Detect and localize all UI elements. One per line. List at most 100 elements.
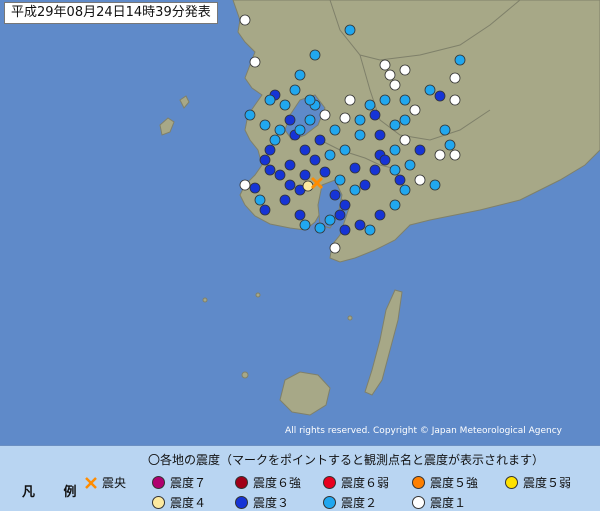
station-marker[interactable] [329, 189, 341, 201]
station-marker[interactable] [259, 119, 271, 131]
station-marker[interactable] [399, 114, 411, 126]
station-marker[interactable] [414, 174, 426, 186]
station-marker[interactable] [399, 184, 411, 196]
station-marker[interactable] [269, 134, 281, 146]
station-marker[interactable] [279, 99, 291, 111]
station-marker[interactable] [294, 69, 306, 81]
copyright-notice: All rights reserved. Copyright © Japan M… [285, 426, 562, 436]
station-marker[interactable] [254, 194, 266, 206]
station-marker[interactable] [389, 164, 401, 176]
station-marker[interactable] [344, 24, 356, 36]
legend-label-shindo-1: 震度１ [430, 496, 467, 510]
station-marker[interactable] [299, 144, 311, 156]
station-marker[interactable] [304, 114, 316, 126]
station-marker[interactable] [329, 124, 341, 136]
station-marker[interactable] [279, 194, 291, 206]
station-marker[interactable] [449, 94, 461, 106]
station-marker[interactable] [384, 69, 396, 81]
legend-epicenter: 震央 [84, 474, 126, 491]
station-marker[interactable] [339, 199, 351, 211]
legend-label-shindo-5-upper: 震度５強 [430, 476, 479, 490]
station-marker[interactable] [334, 209, 346, 221]
station-marker[interactable] [344, 94, 356, 106]
station-marker[interactable] [399, 64, 411, 76]
station-marker[interactable] [299, 169, 311, 181]
station-marker[interactable] [289, 84, 301, 96]
station-marker[interactable] [239, 179, 251, 191]
station-marker[interactable] [379, 59, 391, 71]
station-marker[interactable] [284, 114, 296, 126]
station-marker[interactable] [264, 164, 276, 176]
station-marker[interactable] [324, 214, 336, 226]
station-marker[interactable] [449, 149, 461, 161]
station-marker[interactable] [354, 129, 366, 141]
station-marker[interactable] [319, 166, 331, 178]
station-marker[interactable] [439, 124, 451, 136]
station-marker[interactable] [364, 224, 376, 236]
station-marker[interactable] [399, 94, 411, 106]
station-marker[interactable] [304, 94, 316, 106]
station-marker[interactable] [239, 14, 251, 26]
station-marker[interactable] [429, 179, 441, 191]
station-marker[interactable] [354, 114, 366, 126]
station-marker[interactable] [249, 182, 261, 194]
station-marker[interactable] [314, 134, 326, 146]
station-marker[interactable] [349, 184, 361, 196]
station-marker[interactable] [319, 109, 331, 121]
station-marker[interactable] [274, 169, 286, 181]
station-marker[interactable] [329, 242, 341, 254]
station-marker[interactable] [302, 180, 314, 192]
station-marker[interactable] [434, 149, 446, 161]
station-marker[interactable] [339, 144, 351, 156]
station-marker[interactable] [389, 79, 401, 91]
station-marker[interactable] [374, 129, 386, 141]
legend-panel: 〇各地の震度（マークをポイントすると観測点名と震度が表示されます） 凡 例 震央… [0, 445, 600, 511]
station-marker[interactable] [264, 94, 276, 106]
station-marker[interactable] [414, 144, 426, 156]
station-marker[interactable] [369, 164, 381, 176]
station-marker[interactable] [314, 222, 326, 234]
station-marker[interactable] [249, 56, 261, 68]
station-marker[interactable] [349, 162, 361, 174]
station-marker[interactable] [409, 104, 421, 116]
swatch-shindo-6-lower [323, 476, 336, 489]
station-marker[interactable] [394, 174, 406, 186]
station-marker[interactable] [244, 109, 256, 121]
station-marker[interactable] [259, 154, 271, 166]
station-marker[interactable] [449, 72, 461, 84]
station-marker[interactable] [339, 112, 351, 124]
station-marker[interactable] [299, 219, 311, 231]
station-marker[interactable] [399, 134, 411, 146]
station-marker[interactable] [404, 159, 416, 171]
station-marker[interactable] [379, 154, 391, 166]
station-marker[interactable] [334, 174, 346, 186]
station-marker[interactable] [389, 119, 401, 131]
station-marker[interactable] [379, 94, 391, 106]
station-marker[interactable] [284, 159, 296, 171]
islet [255, 292, 261, 298]
station-marker[interactable] [309, 154, 321, 166]
station-marker[interactable] [369, 109, 381, 121]
station-marker[interactable] [264, 144, 276, 156]
station-marker[interactable] [434, 90, 446, 102]
station-marker[interactable] [444, 139, 456, 151]
station-marker[interactable] [284, 179, 296, 191]
station-marker[interactable] [274, 124, 286, 136]
station-marker[interactable] [294, 124, 306, 136]
islet [241, 371, 249, 379]
station-marker[interactable] [389, 199, 401, 211]
station-marker[interactable] [324, 149, 336, 161]
station-marker[interactable] [309, 49, 321, 61]
station-marker[interactable] [359, 179, 371, 191]
islet [347, 315, 353, 321]
station-marker[interactable] [389, 144, 401, 156]
station-marker[interactable] [364, 99, 376, 111]
station-marker[interactable] [424, 84, 436, 96]
swatch-shindo-1 [412, 496, 425, 509]
station-marker[interactable] [259, 204, 271, 216]
station-marker[interactable] [294, 209, 306, 221]
station-marker[interactable] [354, 219, 366, 231]
station-marker[interactable] [374, 209, 386, 221]
station-marker[interactable] [339, 224, 351, 236]
station-marker[interactable] [454, 54, 466, 66]
